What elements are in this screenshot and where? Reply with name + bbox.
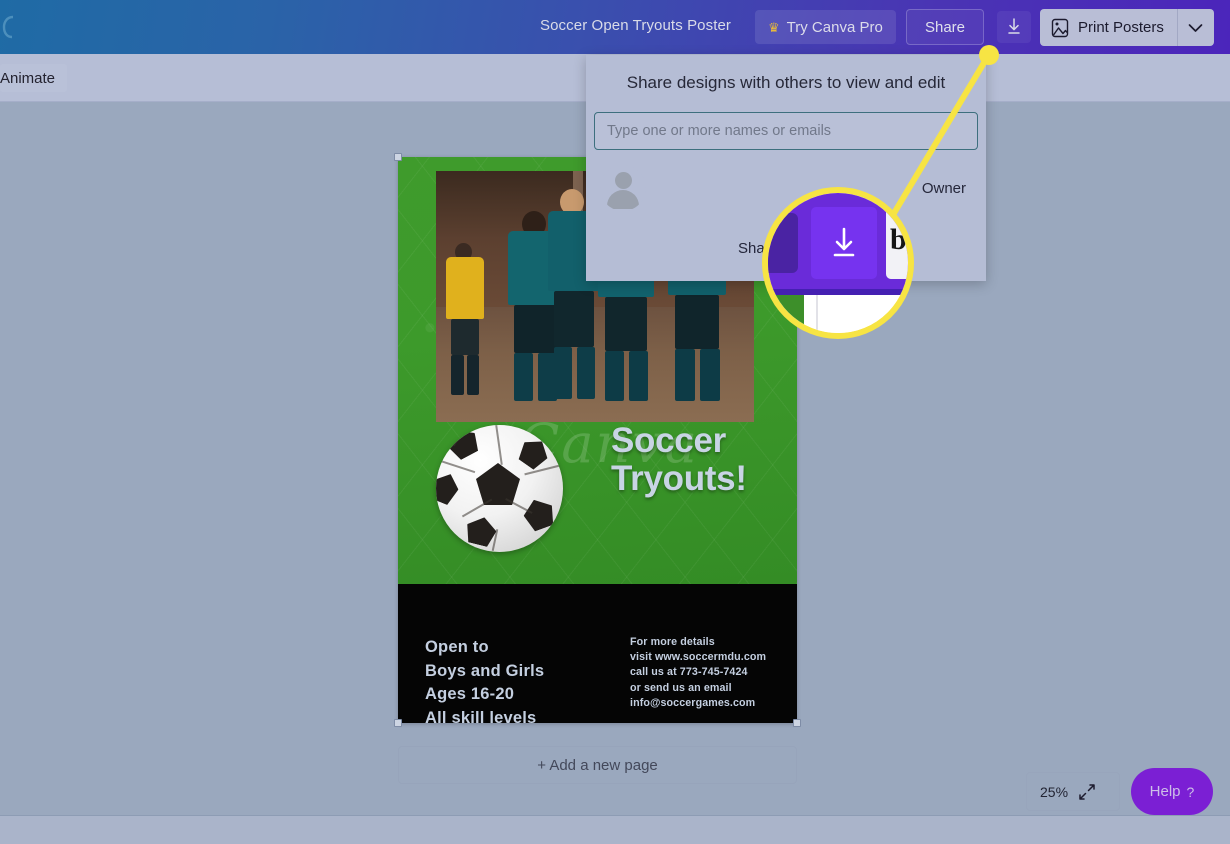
question-mark-icon: ? (1186, 783, 1195, 800)
help-button[interactable]: Help ? (1131, 768, 1213, 815)
selection-handle[interactable] (793, 719, 801, 727)
document-title[interactable]: Soccer Open Tryouts Poster (540, 17, 731, 34)
print-posters-main[interactable]: Print Posters (1040, 9, 1177, 46)
selection-handle[interactable] (394, 153, 402, 161)
print-posters-label: Print Posters (1078, 19, 1164, 36)
poster-headline-line2: Tryouts! (611, 459, 747, 499)
try-canva-pro-button[interactable]: ♛ Try Canva Pro (755, 10, 896, 44)
share-label: Share (924, 18, 966, 36)
download-icon (1008, 18, 1020, 34)
poster-footer-right: For more details visit www.soccermdu.com… (630, 636, 767, 709)
image-icon (1051, 18, 1069, 37)
poster-footer: Open to Boys and Girls Ages 16-20 All sk… (398, 584, 797, 723)
magnifier-callout: b (762, 187, 914, 339)
magnified-print-glyph: b (890, 223, 907, 256)
bottom-status-bar (0, 816, 1230, 844)
download-button[interactable] (997, 11, 1031, 43)
poster-headline: Soccer Tryouts! (611, 421, 796, 499)
poster-headline-line1: Soccer (611, 421, 726, 460)
magnified-panel-seam (816, 295, 818, 333)
avatar-body (607, 190, 639, 209)
canva-editor-window: Soccer Open Tryouts Poster ♛ Try Canva P… (0, 0, 1230, 844)
magnified-download-button (811, 207, 877, 279)
selection-handle[interactable] (394, 719, 402, 727)
share-recipients-input[interactable] (594, 112, 978, 150)
share-role-label: Owner (921, 180, 966, 197)
download-icon (833, 227, 855, 257)
poster-footer-left: Open to Boys and Girls Ages 16-20 All sk… (425, 638, 545, 723)
canva-logo-icon[interactable] (2, 14, 18, 40)
annotation-target-dot (979, 45, 999, 65)
animate-button[interactable]: Animate (0, 64, 68, 92)
top-toolbar: Soccer Open Tryouts Poster ♛ Try Canva P… (0, 0, 1230, 54)
magnified-share-button (768, 213, 798, 273)
chevron-down-icon (1189, 23, 1203, 32)
avatar-head (614, 172, 632, 189)
share-button[interactable]: Share (906, 9, 984, 45)
soccer-ball-icon (436, 425, 563, 552)
magnifier-content: b (768, 193, 908, 333)
help-label: Help (1149, 783, 1181, 800)
zoom-control[interactable]: 25% (1026, 772, 1120, 811)
animate-label: Animate (0, 69, 56, 87)
add-new-page-label: + Add a new page (537, 756, 658, 774)
try-canva-pro-label: Try Canva Pro (786, 18, 883, 36)
avatar-icon (600, 165, 646, 211)
crown-icon: ♛ (768, 19, 780, 35)
expand-arrows-icon[interactable] (1077, 782, 1097, 802)
magnified-poster-edge (768, 295, 804, 333)
print-posters-button[interactable]: Print Posters (1040, 9, 1214, 46)
share-popover-title: Share designs with others to view and ed… (626, 73, 946, 92)
print-posters-dropdown[interactable] (1178, 9, 1214, 46)
photo-player (446, 242, 484, 407)
zoom-level-label: 25% (1040, 783, 1069, 800)
magnified-panel (768, 295, 908, 333)
add-new-page-button[interactable]: + Add a new page (398, 746, 797, 784)
